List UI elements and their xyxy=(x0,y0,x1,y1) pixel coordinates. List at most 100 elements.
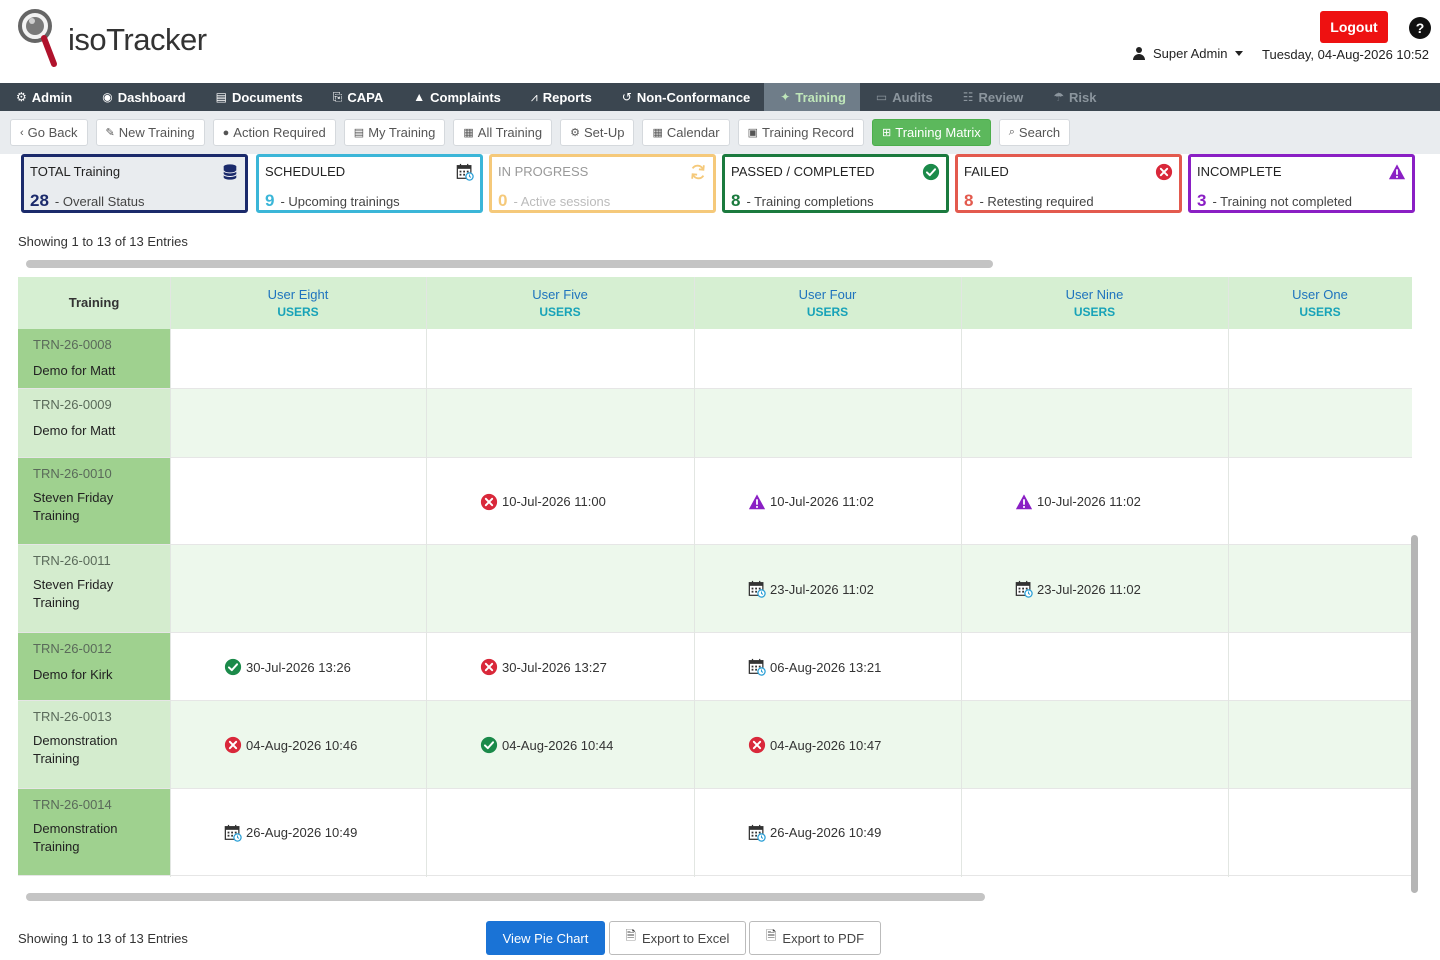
matrix-cell-failed[interactable]: 30-Jul-2026 13:27 xyxy=(480,633,607,701)
card-description: - Training not completed xyxy=(1212,194,1352,209)
subnav-action-required-button[interactable]: ● Action Required xyxy=(212,119,336,146)
nav-dashboard[interactable]: ◉ Dashboard xyxy=(86,83,199,111)
card-count: 9 xyxy=(265,191,275,210)
training-cell[interactable]: TRN-26-0013 Demonstration Training xyxy=(18,701,170,788)
subnav-training-matrix-button[interactable]: ⊞ Training Matrix xyxy=(872,119,991,146)
matrix-cell-failed[interactable]: 04-Aug-2026 10:47 xyxy=(748,701,881,789)
horizontal-scrollbar-bottom[interactable] xyxy=(26,893,985,901)
subnav-set-up-button[interactable]: ⚙ Set-Up xyxy=(560,119,635,146)
card-subline: 3 - Training not completed xyxy=(1197,191,1352,211)
nav-documents[interactable]: ▤ Documents xyxy=(200,83,317,111)
matrix-cell-scheduled[interactable]: 26-Aug-2026 10:49 xyxy=(748,789,881,876)
nav-training[interactable]: ✦ Training xyxy=(764,83,860,111)
matrix-cell-date: 06-Aug-2026 13:21 xyxy=(770,659,882,675)
nav-non-conformance[interactable]: ↺ Non-Conformance xyxy=(606,83,764,111)
caret-down-icon xyxy=(1235,51,1244,56)
matrix-cell-passed[interactable]: 04-Aug-2026 10:44 xyxy=(480,701,613,789)
current-datetime: Tuesday, 04-Aug-2026 10:52 xyxy=(1262,47,1429,62)
nav-risk[interactable]: ☂ Risk xyxy=(1037,83,1110,111)
subnav-calendar-button[interactable]: ▦ Calendar xyxy=(642,119,730,146)
subnav-search-button[interactable]: ⌕ Search xyxy=(998,119,1071,146)
nav-label: CAPA xyxy=(347,89,384,105)
matrix-cell-failed[interactable]: 04-Aug-2026 10:46 xyxy=(224,701,357,789)
nav-audits[interactable]: ▭ Audits xyxy=(860,83,947,111)
help-icon[interactable]: ? xyxy=(1409,17,1431,39)
matrix-cell-date: 10-Jul-2026 11:02 xyxy=(770,494,874,509)
calendar-clock-icon xyxy=(224,824,242,842)
matrix-cell-date: 26-Aug-2026 10:49 xyxy=(246,825,358,840)
nav-label: Training xyxy=(795,89,846,105)
card-subline: 9 - Upcoming trainings xyxy=(265,191,400,211)
training-code: TRN-26-0008 xyxy=(33,337,112,352)
status-card-passed-completed[interactable]: PASSED / COMPLETED 8 - Training completion… xyxy=(722,154,949,213)
matrix-cell-scheduled[interactable]: 06-Aug-2026 13:21 xyxy=(748,633,881,701)
subnav-my-training-button[interactable]: ▤ My Training xyxy=(343,119,446,146)
status-card-scheduled[interactable]: SCHEDULED 9 - Upcoming trainings xyxy=(256,154,483,213)
training-cell[interactable]: TRN-26-0014 Demonstration Training xyxy=(18,789,170,875)
training-cell[interactable]: TRN-26-0012 Demo for Kirk xyxy=(18,633,170,700)
subnav-training-record-button[interactable]: ▣ Training Record xyxy=(737,119,865,146)
subnav-go-back-button[interactable]: ‹ Go Back xyxy=(10,119,88,146)
training-cell[interactable]: TRN-26-0011 Steven Friday Training xyxy=(18,545,170,632)
user-column-role: USERS xyxy=(539,305,581,319)
card-subline: 0 - Active sessions xyxy=(498,191,610,211)
user-column-name[interactable]: User Four xyxy=(694,277,961,302)
subnav-label: Training Record xyxy=(762,125,855,140)
subnav-new-training-button[interactable]: ✎ New Training xyxy=(95,119,205,146)
logo[interactable]: isoTracker xyxy=(16,8,207,74)
training-code: TRN-26-0011 xyxy=(33,553,111,568)
matrix-cell-incomplete[interactable]: 10-Jul-2026 11:02 xyxy=(748,458,874,545)
subnav-all-training-button[interactable]: ▦ All Training xyxy=(453,119,553,146)
header-user-column[interactable]: User Five USERS xyxy=(426,277,694,329)
user-column-name[interactable]: User Nine xyxy=(961,277,1228,302)
matrix-cell-scheduled[interactable]: 23-Jul-2026 11:02 xyxy=(748,545,874,633)
user-name: Super Admin xyxy=(1153,46,1228,61)
user-column-name[interactable]: User One xyxy=(1228,277,1412,302)
capa-icon: ⎘ xyxy=(332,89,343,104)
table-header: Training User Eight USERS User Five USERS Use… xyxy=(18,277,1412,329)
vertical-scrollbar[interactable] xyxy=(1411,535,1418,893)
card-count: 8 xyxy=(964,191,974,210)
nav-capa[interactable]: ⎘ CAPA xyxy=(317,83,397,111)
training-cell[interactable]: TRN-26-0010 Steven Friday Training xyxy=(18,458,170,544)
header-training[interactable]: Training xyxy=(18,277,170,329)
nav-reports[interactable]: ⩘ Reports xyxy=(515,83,606,111)
status-card-incomplete[interactable]: INCOMPLETE 3 - Training not completed xyxy=(1188,154,1415,213)
view-pie-chart-button[interactable]: View Pie Chart xyxy=(486,921,605,955)
nav-admin[interactable]: ⚙ Admin xyxy=(0,83,86,111)
training-cell[interactable]: TRN-26-0008 Demo for Matt xyxy=(18,329,170,388)
card-description: - Overall Status xyxy=(54,194,145,209)
header-user-column[interactable]: User One USERS xyxy=(1228,277,1412,329)
matrix-cell-passed[interactable]: 30-Jul-2026 13:26 xyxy=(224,633,351,701)
x-circle-icon xyxy=(480,658,498,676)
user-column-role: USERS xyxy=(806,305,849,319)
nav-label: Admin xyxy=(31,89,73,105)
user-menu[interactable]: Super Admin xyxy=(1133,46,1244,61)
export-excel-button[interactable]: 🗎 Export to Excel xyxy=(609,921,746,955)
column-divider xyxy=(426,277,427,877)
header-user-column[interactable]: User Eight USERS xyxy=(170,277,426,329)
card-title: SCHEDULED xyxy=(265,164,346,179)
matrix-cell-date: 10-Jul-2026 11:02 xyxy=(1037,494,1141,509)
export-pdf-button[interactable]: 🗎 Export to PDF xyxy=(749,921,881,955)
matrix-cell-scheduled[interactable]: 23-Jul-2026 11:02 xyxy=(1015,545,1141,633)
calendar-clock-icon xyxy=(748,824,766,842)
horizontal-scrollbar-top[interactable] xyxy=(26,260,993,268)
status-card-in-progress[interactable]: IN PROGRESS 0 - Active sessions xyxy=(489,154,716,213)
matrix-cell-incomplete[interactable]: 10-Jul-2026 11:02 xyxy=(1015,458,1141,545)
user-column-name[interactable]: User Eight xyxy=(170,277,426,302)
header-user-column[interactable]: User Nine USERS xyxy=(961,277,1228,329)
card-title: TOTAL Training xyxy=(30,164,121,179)
nav-label: Review xyxy=(978,89,1024,105)
header-user-column[interactable]: User Four USERS xyxy=(694,277,961,329)
training-cell[interactable]: TRN-26-0009 Demo for Matt xyxy=(18,389,170,457)
user-column-name[interactable]: User Five xyxy=(426,277,694,302)
status-card-total-training[interactable]: TOTAL Training 28 - Overall Status xyxy=(21,154,248,213)
matrix-cell-scheduled[interactable]: 26-Aug-2026 10:49 xyxy=(224,789,357,876)
card-title: IN PROGRESS xyxy=(498,164,589,179)
logout-button[interactable]: Logout xyxy=(1320,11,1388,43)
matrix-cell-failed[interactable]: 10-Jul-2026 11:00 xyxy=(480,458,606,545)
nav-review[interactable]: ☷ Review xyxy=(947,83,1038,111)
nav-complaints[interactable]: ▲ Complaints xyxy=(397,83,515,111)
status-card-failed[interactable]: FAILED 8 - Retesting required xyxy=(955,154,1182,213)
